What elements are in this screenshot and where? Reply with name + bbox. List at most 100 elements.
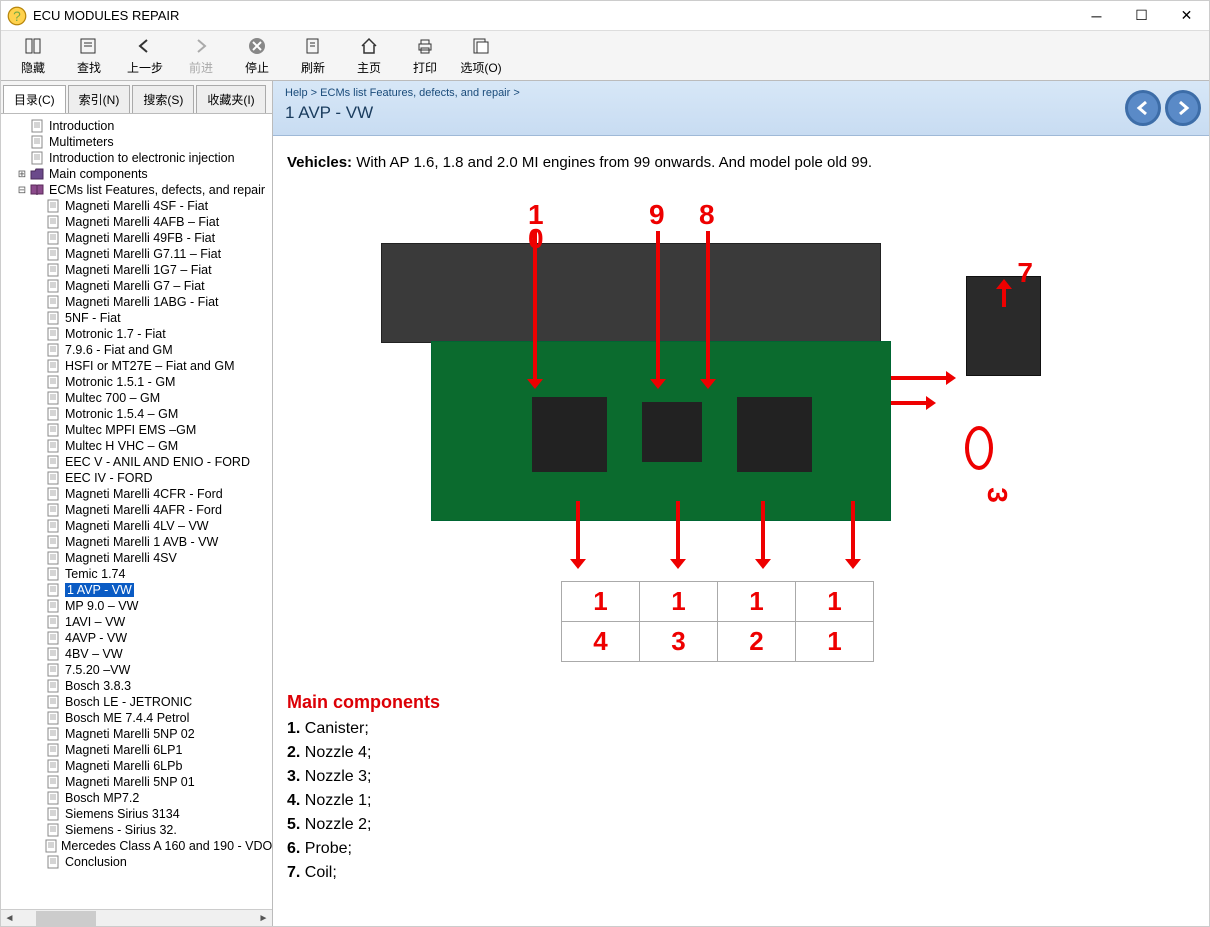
close-button[interactable]: ✕ — [1164, 1, 1209, 31]
tree-node[interactable]: HSFI or MT27E – Fiat and GM — [1, 358, 272, 374]
page-icon — [45, 246, 61, 262]
tree-node[interactable]: Magneti Marelli 6LPb — [1, 758, 272, 774]
page-icon — [45, 422, 61, 438]
tree-label: EEC V - ANIL AND ENIO - FORD — [65, 455, 250, 469]
tree-label: 4BV – VW — [65, 647, 123, 661]
tree-view[interactable]: IntroductionMultimetersIntroduction to e… — [1, 114, 272, 909]
pin-cell: 1 — [796, 582, 874, 622]
print-button[interactable]: 打印 — [397, 33, 453, 79]
tree-node[interactable]: Multec 700 – GM — [1, 390, 272, 406]
tree-node[interactable]: 4AVP - VW — [1, 630, 272, 646]
tree-node[interactable]: Magneti Marelli 4SF - Fiat — [1, 198, 272, 214]
page-icon — [45, 262, 61, 278]
tab[interactable]: 收藏夹(I) — [196, 85, 265, 113]
tree-node[interactable]: Bosch ME 7.4.4 Petrol — [1, 710, 272, 726]
tab[interactable]: 目录(C) — [3, 85, 66, 113]
page-icon — [45, 790, 61, 806]
tree-node[interactable]: Magneti Marelli 1G7 – Fiat — [1, 262, 272, 278]
tree-node[interactable]: Motronic 1.5.1 - GM — [1, 374, 272, 390]
tree-node[interactable]: Magneti Marelli G7 – Fiat — [1, 278, 272, 294]
tree-node[interactable]: EEC IV - FORD — [1, 470, 272, 486]
tree-node[interactable]: Magneti Marelli 6LP1 — [1, 742, 272, 758]
tree-node[interactable]: Bosch 3.8.3 — [1, 678, 272, 694]
tree-node[interactable]: Magneti Marelli 1 AVB - VW — [1, 534, 272, 550]
tree-node[interactable]: ⊞ Main components — [1, 166, 272, 182]
tree-label: Siemens - Sirius 32. — [65, 823, 177, 837]
tree-label: Bosch ME 7.4.4 Petrol — [65, 711, 189, 725]
tree-node[interactable]: Introduction to electronic injection — [1, 150, 272, 166]
tree-label: Magneti Marelli G7.11 – Fiat — [65, 247, 221, 261]
tree-node[interactable]: Magneti Marelli 4AFR - Ford — [1, 502, 272, 518]
nav-back-button[interactable] — [1125, 90, 1161, 126]
arrow-icon — [576, 501, 580, 561]
tree-node[interactable]: Magneti Marelli 4LV – VW — [1, 518, 272, 534]
breadcrumb[interactable]: Help > ECMs list Features, defects, and … — [285, 87, 1197, 99]
tree-node[interactable]: Magneti Marelli 4CFR - Ford — [1, 486, 272, 502]
tree-node[interactable]: 7.9.6 - Fiat and GM — [1, 342, 272, 358]
maximize-button[interactable]: ☐ — [1119, 1, 1164, 31]
tree-node[interactable]: Motronic 1.5.4 – GM — [1, 406, 272, 422]
toggle-icon[interactable]: ⊟ — [15, 185, 29, 196]
tree-node[interactable]: Bosch MP7.2 — [1, 790, 272, 806]
nav-forward-button[interactable] — [1165, 90, 1201, 126]
forward-icon — [190, 35, 212, 57]
hide-button[interactable]: 隐藏 — [5, 33, 61, 79]
home-button[interactable]: 主页 — [341, 33, 397, 79]
pin-cell: 2 — [718, 622, 796, 662]
back-button[interactable]: 上一步 — [117, 33, 173, 79]
tree-node[interactable]: EEC V - ANIL AND ENIO - FORD — [1, 454, 272, 470]
tree-node[interactable]: Bosch LE - JETRONIC — [1, 694, 272, 710]
h-scrollbar[interactable]: ◄ ► — [1, 909, 272, 926]
tree-node[interactable]: Magneti Marelli 4AFB – Fiat — [1, 214, 272, 230]
page-icon — [45, 694, 61, 710]
tree-node[interactable]: 7.5.20 –VW — [1, 662, 272, 678]
scroll-right-icon[interactable]: ► — [255, 910, 272, 927]
tree-node[interactable]: ⊟ECMs list Features, defects, and repair — [1, 182, 272, 198]
scroll-left-icon[interactable]: ◄ — [1, 910, 18, 927]
toolbar-label: 停止 — [245, 59, 269, 76]
tree-node[interactable]: Multec H VHC – GM — [1, 438, 272, 454]
pin-cell: 3 — [640, 622, 718, 662]
tree-node[interactable]: Multec MPFI EMS –GM — [1, 422, 272, 438]
tree-label: Introduction to electronic injection — [49, 151, 235, 165]
tree-node[interactable]: MP 9.0 – VW — [1, 598, 272, 614]
tree-node[interactable]: 4BV – VW — [1, 646, 272, 662]
options-button[interactable]: 选项(O) — [453, 33, 509, 79]
tab[interactable]: 搜索(S) — [132, 85, 194, 113]
tree-label: 1AVI – VW — [65, 615, 125, 629]
tree-node[interactable]: 1 AVP - VW — [1, 582, 272, 598]
stop-button[interactable]: 停止 — [229, 33, 285, 79]
tree-node[interactable]: Magneti Marelli 5NP 02 — [1, 726, 272, 742]
tree-node[interactable]: Magneti Marelli 4SV — [1, 550, 272, 566]
tree-node[interactable]: Introduction — [1, 118, 272, 134]
minimize-button[interactable]: ─ — [1074, 1, 1119, 31]
home-icon — [358, 35, 380, 57]
tree-node[interactable]: 1AVI – VW — [1, 614, 272, 630]
tree-node[interactable]: Siemens Sirius 3134 — [1, 806, 272, 822]
content-body[interactable]: Vehicles: With AP 1.6, 1.8 and 2.0 MI en… — [273, 136, 1209, 926]
component-item: 5. Nozzle 2; — [287, 813, 1195, 837]
find-button[interactable]: 查找 — [61, 33, 117, 79]
scroll-thumb[interactable] — [36, 911, 96, 926]
page-icon — [45, 854, 61, 870]
component-item: 2. Nozzle 4; — [287, 741, 1195, 765]
tree-node[interactable]: Multimeters — [1, 134, 272, 150]
tree-node[interactable]: Temic 1.74 — [1, 566, 272, 582]
arrow-icon — [676, 501, 680, 561]
tree-node[interactable]: Magneti Marelli 5NP 01 — [1, 774, 272, 790]
tree-label: Multec MPFI EMS –GM — [65, 423, 196, 437]
tree-node[interactable]: Magneti Marelli G7.11 – Fiat — [1, 246, 272, 262]
tree-node[interactable]: Motronic 1.7 - Fiat — [1, 326, 272, 342]
tree-node[interactable]: Conclusion — [1, 854, 272, 870]
tab[interactable]: 索引(N) — [68, 85, 131, 113]
page-icon — [45, 502, 61, 518]
tree-node[interactable]: Siemens - Sirius 32. — [1, 822, 272, 838]
toggle-icon[interactable]: ⊞ — [15, 169, 29, 180]
refresh-button[interactable]: 刷新 — [285, 33, 341, 79]
tree-label: Magneti Marelli 4CFR - Ford — [65, 487, 223, 501]
tree-node[interactable]: Magneti Marelli 1ABG - Fiat — [1, 294, 272, 310]
tree-node[interactable]: 5NF - Fiat — [1, 310, 272, 326]
tree-node[interactable]: Mercedes Class A 160 and 190 - VDO — [1, 838, 272, 854]
tree-label: Main components — [49, 167, 148, 181]
tree-node[interactable]: Magneti Marelli 49FB - Fiat — [1, 230, 272, 246]
